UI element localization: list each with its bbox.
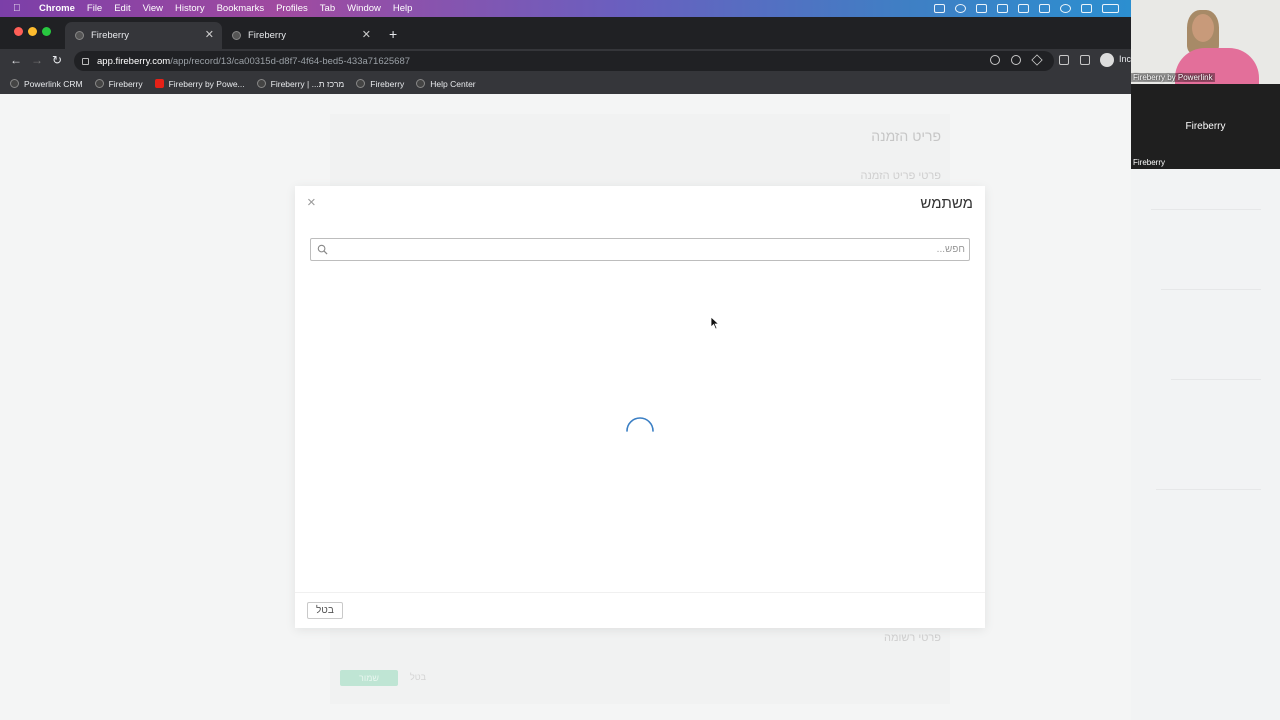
battery-icon[interactable] [1102, 4, 1119, 13]
browser-tab-1[interactable]: Fireberry ✕ [65, 22, 222, 49]
modal-title: משתמש [920, 195, 973, 212]
record-form-title: פריט הזמנה [871, 128, 941, 144]
form-save-button: שמור [340, 670, 398, 686]
search-input[interactable] [333, 240, 965, 259]
page-overflow-area [1131, 169, 1280, 720]
mouse-cursor-icon [710, 316, 720, 330]
window-close-button[interactable] [14, 27, 23, 36]
cancel-button[interactable]: בטל [307, 602, 343, 619]
bookmark-label: Fireberry [108, 78, 143, 89]
menu-view[interactable]: View [143, 3, 163, 14]
fireberry-icon [10, 79, 19, 88]
record-section-header: פרטי פריט הזמנה [860, 170, 941, 182]
participant-video-2[interactable]: Fireberry Fireberry [1131, 84, 1280, 169]
close-icon[interactable]: × [307, 194, 316, 211]
menu-edit[interactable]: Edit [114, 3, 130, 14]
page-content: פריט הזמנה פרטי פריט הזמנה פרטי רשומה שמ… [0, 94, 1131, 720]
menu-history[interactable]: History [175, 3, 205, 14]
tab-title: Fireberry [248, 30, 287, 41]
status-bluetooth-icon[interactable] [1081, 4, 1092, 13]
zoom-icon[interactable] [990, 55, 1000, 65]
search-field[interactable] [310, 238, 970, 261]
participant-tile-label: Fireberry [1185, 121, 1226, 132]
url-host: app.fireberry.com [97, 55, 171, 67]
menu-window[interactable]: Window [347, 3, 381, 14]
status-layout-icon[interactable] [997, 4, 1008, 13]
divider [1161, 289, 1261, 290]
status-window-icon[interactable] [976, 4, 987, 13]
bookmark-label: Fireberry | ...מרכז ת [270, 78, 345, 89]
status-moon-icon[interactable] [1060, 4, 1071, 13]
fireberry-icon [356, 79, 366, 88]
status-sync-icon[interactable] [955, 4, 966, 13]
fireberry-icon [94, 79, 104, 88]
status-pin-icon[interactable] [1018, 4, 1029, 13]
menu-bookmarks[interactable]: Bookmarks [217, 3, 265, 14]
divider [1171, 379, 1261, 380]
extensions-icon[interactable] [1059, 55, 1069, 65]
fireberry-icon [416, 79, 426, 88]
bookmark-fireberry-2[interactable]: Fireberry [356, 79, 404, 89]
bookmark-label: Powerlink CRM [24, 78, 83, 89]
menu-app-name[interactable]: Chrome [39, 3, 75, 14]
loading-spinner-icon [626, 417, 654, 432]
bookmark-help-center[interactable]: Help Center [416, 78, 476, 89]
participant-name-2: Fireberry [1133, 158, 1166, 167]
divider [1151, 209, 1261, 210]
search-icon [317, 244, 328, 255]
tab-strip: Fireberry ✕ Fireberry ✕ + [0, 17, 1131, 49]
browser-tab-2[interactable]: Fireberry ✕ [222, 22, 379, 49]
fireberry-icon [75, 31, 84, 40]
profile-label[interactable]: Inc [1119, 54, 1131, 64]
fireberry-icon [232, 31, 241, 40]
status-icons [934, 0, 1119, 17]
side-panel-icon[interactable] [1080, 55, 1090, 65]
status-app-icon[interactable] [934, 4, 945, 13]
menu-file[interactable]: File [87, 3, 102, 14]
tab-title: Fireberry [91, 30, 130, 41]
window-minimize-button[interactable] [28, 27, 37, 36]
fireberry-icon [256, 79, 266, 88]
bookmark-fireberry[interactable]: Fireberry [94, 78, 143, 89]
back-icon[interactable]: ← [10, 53, 22, 67]
new-tab-button[interactable]: + [389, 26, 397, 42]
bookmark-label: Help Center [430, 78, 476, 89]
macos-menubar:  Chrome File Edit View History Bookmark… [0, 0, 1131, 17]
form-cancel-link: בטל [410, 672, 427, 682]
profile-avatar[interactable] [1100, 53, 1114, 67]
window-zoom-button[interactable] [42, 27, 51, 36]
forward-icon[interactable]: → [31, 53, 43, 67]
tab-close-icon[interactable]: ✕ [205, 28, 214, 41]
browser-chrome: Fireberry ✕ Fireberry ✕ + ← → ↻ app.fire… [0, 17, 1131, 94]
menu-profiles[interactable]: Profiles [276, 3, 308, 14]
modal-footer: בטל [295, 592, 985, 628]
bookmark-powerlink-crm[interactable]: Powerlink CRM [10, 79, 83, 89]
participant-face [1192, 14, 1214, 42]
menu-tab[interactable]: Tab [320, 3, 335, 14]
browser-toolbar: ← → ↻ app.fireberry.com/app/record/13/ca… [0, 49, 1131, 73]
divider [1156, 489, 1261, 490]
menu-help[interactable]: Help [393, 3, 413, 14]
tab-close-icon[interactable]: ✕ [362, 28, 371, 41]
address-bar[interactable]: app.fireberry.com/app/record/13/ca00315d… [74, 51, 1054, 71]
status-n-icon[interactable] [1039, 4, 1050, 13]
url-path: /app/record/13/ca00315d-d8f7-4f64-bed5-4… [170, 55, 411, 67]
reload-icon[interactable]: ↻ [52, 53, 62, 67]
lock-icon[interactable] [82, 57, 89, 65]
bookmark-fireberry-youtube[interactable]: Fireberry by Powe... [154, 78, 245, 89]
user-lookup-modal: משתמש × בטל [295, 186, 985, 628]
bookmark-fireberry-center[interactable]: Fireberry | ...מרכז ת [256, 78, 345, 89]
bookmark-label: Fireberry [370, 78, 405, 89]
participant-video-1[interactable]: Fireberry by Powerlink [1131, 0, 1280, 84]
video-call-panel: Fireberry by Powerlink Fireberry Fireber… [1131, 0, 1280, 720]
bookmarks-bar: Powerlink CRM Fireberry Fireberry by Pow… [0, 73, 1131, 94]
youtube-icon [154, 79, 164, 88]
tracking-eye-icon[interactable] [1011, 55, 1021, 65]
participant-name-1: Fireberry by Powerlink [1131, 73, 1215, 82]
bookmark-label: Fireberry by Powe... [168, 78, 245, 89]
record-section-header-2: פרטי רשומה [884, 632, 941, 644]
apple-icon[interactable]:  [13, 3, 27, 14]
